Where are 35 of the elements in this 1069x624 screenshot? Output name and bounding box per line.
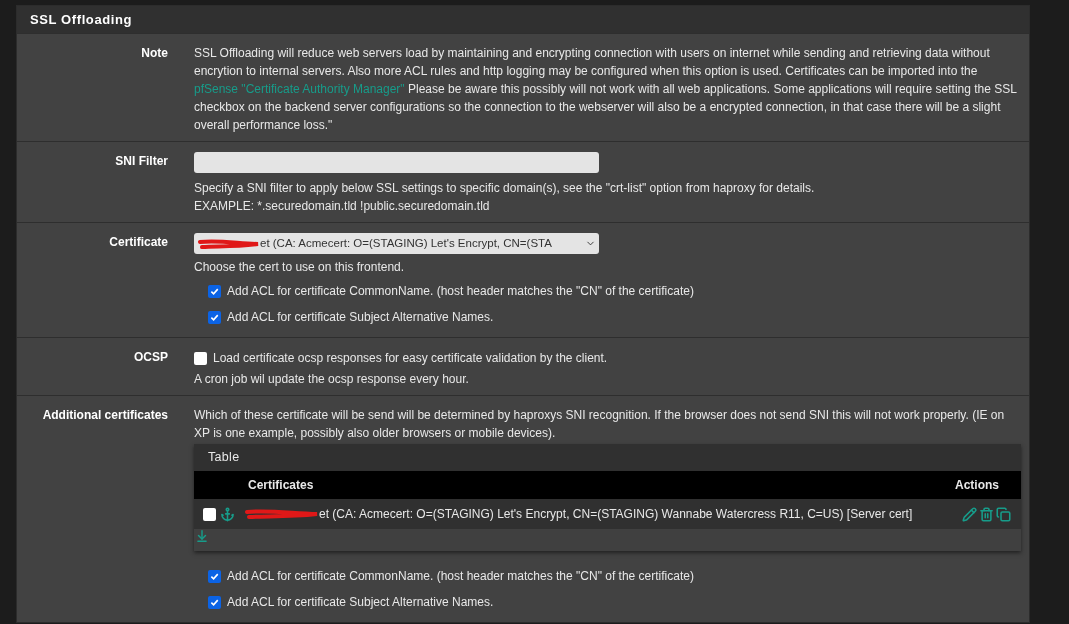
field-label: Additional certificates xyxy=(42,407,168,424)
panel-header: SSL Offloading xyxy=(17,6,1029,33)
checkbox[interactable] xyxy=(208,595,221,609)
checkbox-label: Add ACL for certificate Subject Alternative Names. xyxy=(227,594,494,611)
table-cell-text: et (CA: Acmecert: O=(STAGING) Let's Encrypt, CN=(STAGING) Wannabe Watercress R11, C=US) [Server cert] xyxy=(319,506,914,523)
help-text: EXAMPLE: *.securedomain.tld !public.securedomain.tld xyxy=(194,198,491,215)
help-text: Which of these certificate will be send will be determined by haproxys SNI recognition. If the browser does not send SNI this will not work properly. (IE on XP is one example, possibly also older browsers or mobile devices). xyxy=(194,407,1006,442)
column-header: Certificates xyxy=(247,477,315,494)
table-title: Table xyxy=(194,444,1021,471)
help-text: Choose the cert to use on this frontend. xyxy=(194,259,406,276)
help-text: Specify a SNI filter to apply below SSL settings to specific domain(s), see the "crt-list" option from haproxy for details. xyxy=(194,180,816,197)
checkbox-label: Add ACL for certificate Subject Alternative Names. xyxy=(227,309,494,326)
note-text: SSL Offloading will reduce web servers load by maintaining and encrypting connection with users on internet while sending and retrieving data without encrytion to internal servers. Also more ACL rules and http logging may be configured when this option is used. Certificates can be imported into the pfSense "Certificate Authority Manager" Please be aware this possibly will not work with all web applications. Some applications will require setting the SSL checkbox on the backend server configurations so the connection to the webserver will also be a encrypted connection, in that case there will be a slight overall performance loss." xyxy=(194,45,1018,134)
checkbox[interactable] xyxy=(208,284,221,298)
certificate-select[interactable]: et (CA: Acmecert: O=(STAGING) Let's Encrypt, CN=(STA xyxy=(194,233,599,254)
delete-icon[interactable] xyxy=(979,506,994,522)
checkbox-label: Load certificate ocsp responses for easy certificate validation by the client. xyxy=(213,350,608,367)
copy-icon[interactable] xyxy=(996,506,1011,522)
sni-filter-field[interactable] xyxy=(194,152,599,173)
checkbox-label: Add ACL for certificate CommonName. (host header matches the "CN" of the certificate) xyxy=(227,568,694,585)
edit-icon[interactable] xyxy=(962,506,977,522)
field-label: Note xyxy=(141,45,168,62)
column-header: Actions xyxy=(955,477,1000,494)
help-text: A cron job wil update the ocsp response every hour. xyxy=(194,371,470,388)
field-label: OCSP xyxy=(134,349,168,366)
add-row-icon[interactable] xyxy=(195,529,209,543)
checkbox[interactable] xyxy=(208,569,221,583)
checkbox-label: Add ACL for certificate CommonName. (host header matches the "CN" of the certificate) xyxy=(227,283,694,300)
checkbox[interactable] xyxy=(194,351,207,365)
checkbox[interactable] xyxy=(203,507,216,521)
field-label: SNI Filter xyxy=(115,153,168,170)
anchor-icon[interactable] xyxy=(220,506,235,522)
field-label: Certificate xyxy=(109,234,168,251)
redaction-scribble xyxy=(198,237,260,250)
checkbox[interactable] xyxy=(208,310,221,324)
